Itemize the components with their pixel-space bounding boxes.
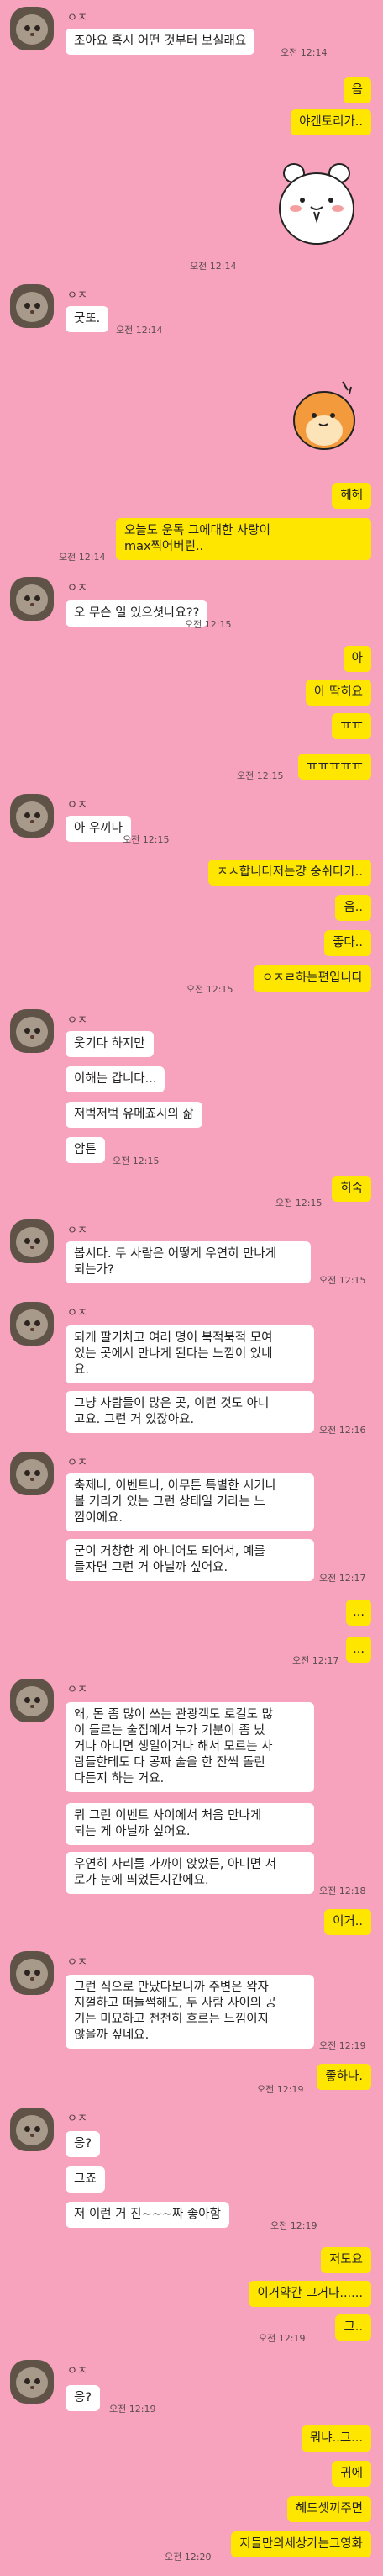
message-bubble[interactable]: 왜, 돈 좀 많이 쓰는 관광객도 로컬도 많 이 들르는 술집에서 누가 기분…	[66, 1702, 314, 1792]
message-bubble[interactable]: 그런 식으로 만났다보니까 주변은 왁자 지껄하고 떠들썩해도, 두 사람 사이…	[66, 1975, 314, 2049]
avatar[interactable]	[10, 1009, 54, 1053]
message-bubble[interactable]: 굳이 거창한 게 아니어도 되어서, 예를 들자면 그런 거 아닐까 싶어요.	[66, 1539, 314, 1581]
timestamp: 오전 12:14	[281, 47, 328, 58]
message-bubble[interactable]: 아 우끼다	[66, 816, 131, 842]
message-bubble[interactable]: 음..	[335, 895, 371, 921]
avatar[interactable]	[10, 1219, 54, 1263]
timestamp: 오전 12:14	[190, 261, 237, 272]
timestamp: 오전 12:15	[275, 1198, 323, 1209]
sender-name: ㅇㅈ	[67, 582, 87, 595]
sender-name: ㅇㅈ	[67, 1956, 87, 1969]
message-bubble[interactable]: 좋하다.	[317, 2064, 371, 2090]
sender-name: ㅇㅈ	[67, 2365, 87, 2378]
avatar[interactable]	[10, 1951, 54, 1995]
avatar[interactable]	[10, 1302, 54, 1346]
sender-name: ㅇㅈ	[67, 1225, 87, 1237]
message-bubble[interactable]: 히죽	[332, 1176, 371, 1202]
timestamp: 오전 12:19	[109, 2404, 156, 2415]
message-bubble[interactable]: ㅈㅅ합니다저는걍 숭쉬다가..	[208, 860, 371, 886]
message-bubble[interactable]: 조아요 혹시 어떤 것부터 보실래요	[66, 29, 255, 55]
message-bubble[interactable]: 굿또.	[66, 306, 109, 332]
timestamp: 오전 12:18	[319, 1886, 366, 1896]
timestamp: 오전 12:19	[270, 2220, 317, 2231]
message-bubble[interactable]: 음	[343, 77, 371, 103]
avatar[interactable]	[10, 577, 54, 621]
sender-name: ㅇㅈ	[67, 799, 87, 812]
sender-name: ㅇㅈ	[67, 1307, 87, 1320]
message-bubble[interactable]: 암튼	[66, 1137, 105, 1163]
message-bubble[interactable]: 좋다..	[324, 930, 371, 956]
chat-window[interactable]: ㅇㅈ 조아요 혹시 어떤 것부터 보실래요 오전 12:14 음 야겐토리가..…	[0, 0, 383, 2576]
timestamp: 오전 12:14	[116, 325, 163, 336]
timestamp: 오전 12:19	[319, 2040, 366, 2051]
avatar[interactable]	[10, 1452, 54, 1495]
message-bubble[interactable]: 저벅저벅 유메죠시의 삶	[66, 1102, 202, 1128]
avatar[interactable]	[10, 2108, 54, 2151]
message-bubble[interactable]: 오늘도 운독 그에대한 사랑이 max찍어버린..	[116, 518, 371, 560]
timestamp: 오전 12:15	[186, 984, 233, 995]
message-bubble[interactable]: 봅시다. 두 사람은 어떻게 우연히 만나게 되는가?	[66, 1241, 311, 1283]
message-bubble[interactable]: 그..	[335, 2314, 371, 2341]
message-bubble[interactable]: 헤드셋끼주면	[286, 2496, 371, 2522]
avatar[interactable]	[10, 7, 54, 50]
avatar[interactable]	[10, 2360, 54, 2404]
message-bubble[interactable]: 그죠	[66, 2166, 105, 2193]
timestamp: 오전 12:17	[292, 1655, 339, 1666]
message-bubble[interactable]: 헤헤	[332, 483, 371, 509]
bear-sticker[interactable]	[270, 158, 363, 249]
sender-name: ㅇㅈ	[67, 1457, 87, 1469]
message-bubble[interactable]: 이거약간 그거다......	[249, 2281, 371, 2307]
avatar[interactable]	[10, 1679, 54, 1722]
timestamp: 오전 12:15	[113, 1156, 160, 1166]
timestamp: 오전 12:15	[123, 834, 170, 845]
sender-name: ㅇㅈ	[67, 1684, 87, 1696]
sender-name: ㅇㅈ	[67, 2113, 87, 2125]
message-bubble[interactable]: 되게 팔기차고 여러 명이 북적북적 모여 있는 곳에서 만나게 된다는 느낌이…	[66, 1325, 314, 1383]
timestamp: 오전 12:16	[319, 1425, 366, 1436]
sender-name: ㅇㅈ	[67, 12, 87, 24]
avatar[interactable]	[10, 794, 54, 838]
message-bubble[interactable]: 귀에	[332, 2461, 371, 2487]
message-bubble[interactable]: 뭐 그런 이벤트 사이에서 처음 만나게 되는 게 아닐까 싶어요.	[66, 1803, 314, 1845]
message-bubble[interactable]: 이거..	[324, 1909, 371, 1935]
timestamp: 오전 12:15	[237, 770, 284, 781]
message-bubble[interactable]: 축제나, 이벤트나, 아무튼 특별한 시기나 볼 거리가 있는 그런 상태일 거…	[66, 1473, 314, 1531]
message-bubble[interactable]: 저 이런 거 진~~~짜 좋아함	[66, 2202, 229, 2228]
message-bubble[interactable]: 응?	[66, 2131, 101, 2157]
sender-name: ㅇㅈ	[67, 289, 87, 302]
message-bubble[interactable]: ...	[346, 1600, 371, 1626]
message-bubble[interactable]: 웃기다 하지만	[66, 1031, 154, 1057]
message-bubble[interactable]: 우연히 자리를 가까이 앉았든, 아니면 서 로가 눈에 띄었든지간에요.	[66, 1852, 314, 1894]
hamster-sticker[interactable]	[282, 377, 361, 454]
message-bubble[interactable]: 아 딱히요	[306, 680, 371, 706]
message-bubble[interactable]: 이해는 갑니다...	[66, 1066, 165, 1092]
message-bubble[interactable]: 응?	[66, 2385, 101, 2411]
avatar[interactable]	[10, 284, 54, 328]
message-bubble[interactable]: ...	[346, 1637, 371, 1663]
message-bubble[interactable]: 지들만의세상가는그영화	[231, 2531, 371, 2557]
timestamp: 오전 12:15	[185, 619, 232, 630]
timestamp: 오전 12:17	[319, 1573, 366, 1584]
sender-name: ㅇㅈ	[67, 1014, 87, 1027]
timestamp: 오전 12:15	[319, 1275, 366, 1286]
message-bubble[interactable]: 아	[343, 646, 371, 672]
message-bubble[interactable]: ㅠㅠㅠㅠㅠ	[298, 754, 371, 780]
message-bubble[interactable]: ㅠㅠ	[332, 713, 371, 739]
message-bubble[interactable]: 저도요	[320, 2247, 371, 2273]
message-bubble[interactable]: ㅇㅈㄹ하는편입니다	[253, 965, 371, 992]
message-bubble[interactable]: 그냥 사람들이 많은 곳, 이런 것도 아니 고요. 그런 거 있잖아요.	[66, 1391, 314, 1433]
timestamp: 오전 12:19	[259, 2333, 306, 2344]
message-bubble[interactable]: 야겐토리가..	[291, 109, 371, 135]
timestamp: 오전 12:20	[165, 2552, 212, 2563]
timestamp: 오전 12:14	[59, 552, 106, 563]
message-bubble[interactable]: 뭐냐..그...	[301, 2425, 371, 2452]
timestamp: 오전 12:19	[257, 2084, 304, 2095]
